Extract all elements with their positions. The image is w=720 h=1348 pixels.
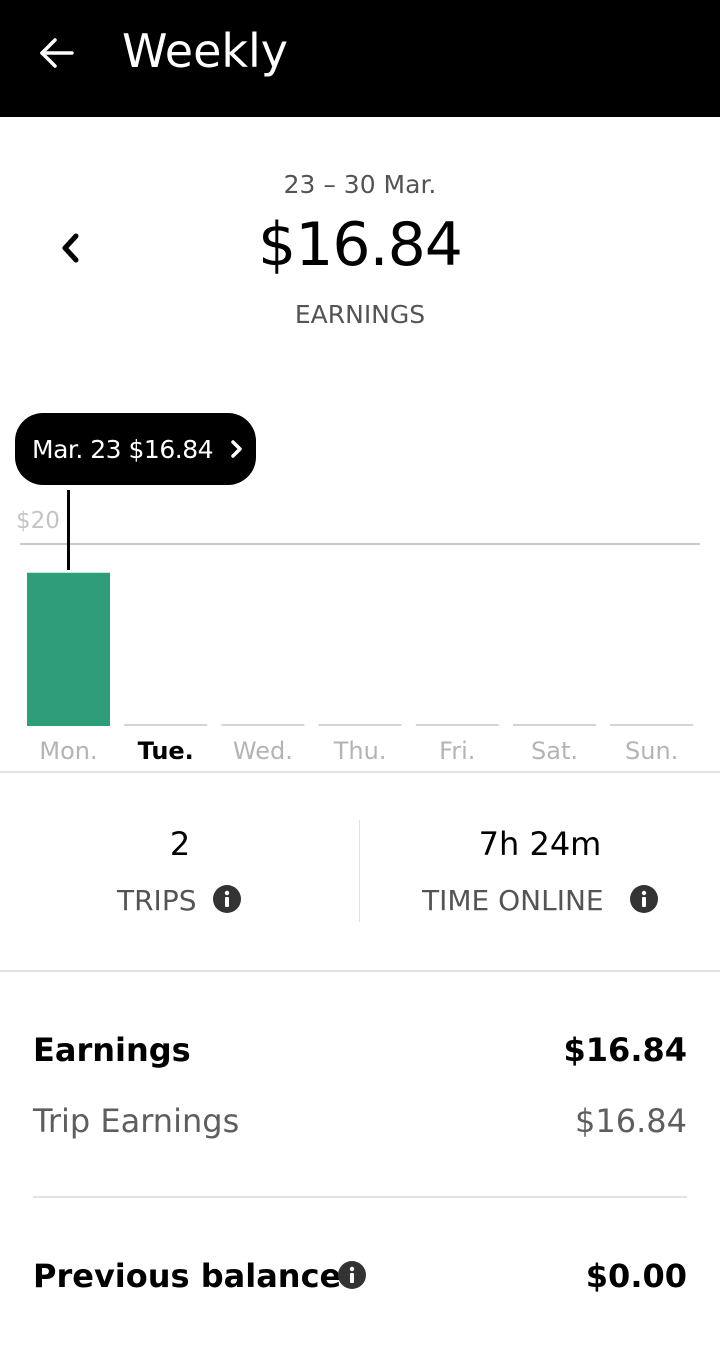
page-title: Weekly xyxy=(122,24,289,78)
day-label[interactable]: Tue. xyxy=(121,737,211,765)
trip-earnings-value: $16.84 xyxy=(575,1102,687,1140)
day-label[interactable]: Fri. xyxy=(412,737,502,765)
trips-value: 2 xyxy=(169,825,191,863)
tooltip-pointer xyxy=(67,490,70,570)
previous-balance-label: Previous balance xyxy=(33,1257,342,1295)
arrow-left-icon[interactable] xyxy=(36,32,78,74)
day-label[interactable]: Sat. xyxy=(510,737,600,765)
total-earnings: $16.84 xyxy=(258,210,463,280)
time-online-value: 7h 24m xyxy=(478,825,602,863)
chart-bar[interactable] xyxy=(27,572,110,726)
info-icon[interactable] xyxy=(338,1261,366,1289)
time-online-label: TIME ONLINE xyxy=(422,884,604,917)
chevron-right-icon xyxy=(231,440,242,458)
earnings-row-value: $16.84 xyxy=(563,1031,687,1069)
day-label[interactable]: Wed. xyxy=(218,737,308,765)
info-icon[interactable] xyxy=(213,885,241,913)
previous-balance-value: $0.00 xyxy=(585,1257,687,1295)
divider xyxy=(33,1196,687,1198)
tooltip-text: Mar. 23 $16.84 xyxy=(32,435,214,464)
earnings-caption: EARNINGS xyxy=(294,300,426,329)
day-label[interactable]: Thu. xyxy=(315,737,405,765)
divider xyxy=(0,970,720,972)
earnings-row-label: Earnings xyxy=(33,1031,191,1069)
info-icon[interactable] xyxy=(630,885,658,913)
trips-label: TRIPS xyxy=(117,884,197,917)
day-label[interactable]: Mon. xyxy=(24,737,114,765)
trip-earnings-label: Trip Earnings xyxy=(33,1102,240,1140)
day-label[interactable]: Sun. xyxy=(607,737,697,765)
weekly-earnings-chart: $20 xyxy=(16,508,700,726)
gridline-label: $20 xyxy=(16,508,60,534)
day-tooltip[interactable]: Mar. 23 $16.84 xyxy=(15,413,256,485)
top-bar: Weekly xyxy=(0,0,720,117)
divider xyxy=(0,771,720,773)
date-range: 23 – 30 Mar. xyxy=(283,170,437,199)
